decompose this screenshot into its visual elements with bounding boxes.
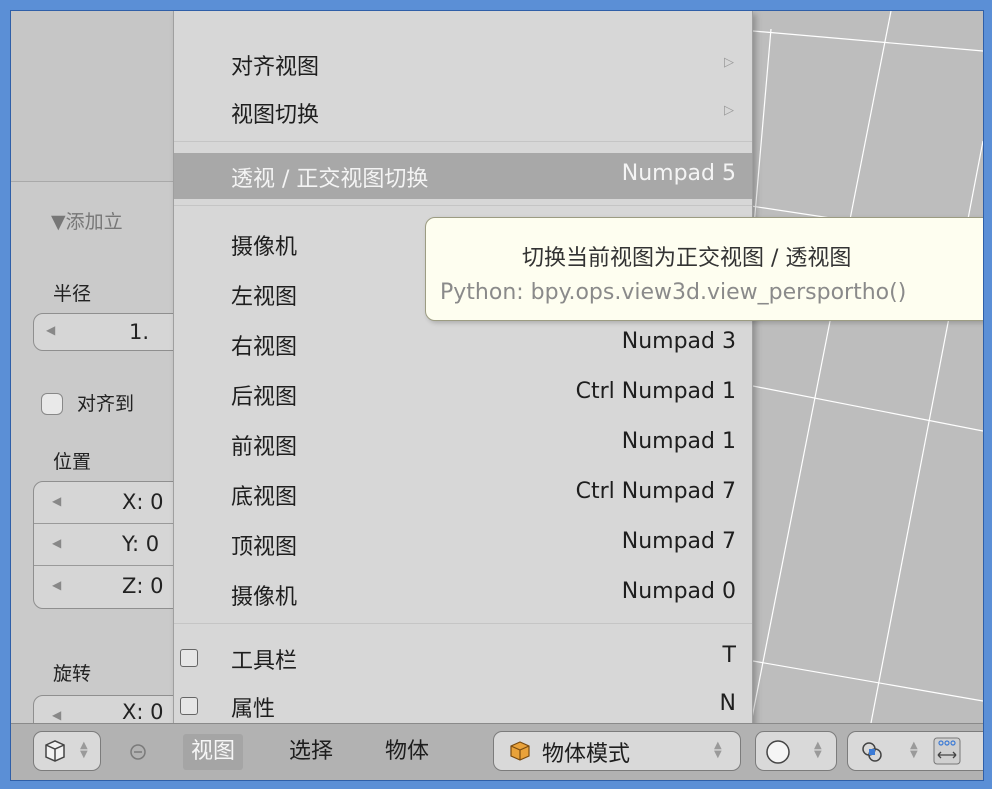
tooltip-description: 切换当前视图为正交视图 / 透视图 [522,246,852,271]
menu-item-shortcut: N [719,691,736,716]
properties-checkbox[interactable] [180,697,198,715]
menu-item-label: 摄像机 [231,585,298,610]
menu-separator [174,623,752,624]
solid-shading-icon [766,740,790,764]
cube-editor-icon [45,740,65,762]
menu-item-front-view[interactable]: 前视图 Numpad 1 [174,421,752,467]
viewport-shading-selector[interactable]: ▲ ▼ [755,731,837,771]
pivot-point-icon [862,742,882,762]
menu-item-bottom-view[interactable]: 底视图 Ctrl Numpad 7 [174,471,752,517]
menu-item-label: 属性 [231,697,276,722]
updown-arrows-icon: ▲ ▼ [714,740,722,760]
menu-item-right-view[interactable]: 右视图 Numpad 3 [174,321,752,367]
header-menu-view[interactable]: 视图 [183,734,244,770]
menu-item-label: 后视图 [231,385,298,410]
toolbar-checkbox[interactable] [180,649,198,667]
updown-arrows-icon: ▲ ▼ [910,740,918,760]
menu-item-label: 对齐视图 [231,55,320,80]
operator-panel [11,181,177,724]
decrement-arrow-icon[interactable]: ◀ [52,708,61,722]
menu-item-toolbar[interactable]: 工具栏 T [174,635,752,681]
mode-label: 物体模式 [542,742,631,767]
menu-item-view-navigation[interactable]: 视图切换 ▷ [174,89,752,135]
menu-item-shortcut: Numpad 3 [621,329,736,354]
viewport-header: ▲ ▼ 视图 选择 物体 物体模式 ▲ ▼ ▲ ▼ ▲ ▼ [11,723,983,780]
submenu-arrow-icon: ▷ [724,103,734,118]
rotation-label: 旋转 [53,663,92,685]
submenu-arrow-icon: ▷ [724,55,734,70]
menu-item-label: 左视图 [231,285,298,310]
header-menu-object[interactable]: 物体 [377,734,437,770]
radius-label: 半径 [53,283,92,305]
menu-item-camera-view[interactable]: 摄像机 Numpad 0 [174,571,752,617]
tooltip: 切换当前视图为正交视图 / 透视图 Python: bpy.ops.view3d… [425,217,983,321]
blender-window: ▼添加立 半径 ◀ 1. 对齐到 位置 ◀ X: 0 ◀ Y: 0 ◀ Z: 0… [10,10,984,781]
decrement-arrow-icon[interactable]: ◀ [52,578,61,592]
menu-item-label: 工具栏 [231,649,298,674]
mode-selector[interactable]: 物体模式 ▲ ▼ [493,731,741,771]
menu-item-persp-ortho-toggle[interactable]: 透视 / 正交视图切换 Numpad 5 [174,153,752,199]
menu-item-label: 摄像机 [231,235,298,260]
menu-item-shortcut: Ctrl Numpad 1 [575,379,736,404]
radius-value: 1. [129,320,150,344]
location-y-value: Y: 0 [122,532,160,556]
collapse-menu-icon[interactable] [129,743,147,761]
menu-item-back-view[interactable]: 后视图 Ctrl Numpad 1 [174,371,752,417]
location-label: 位置 [53,451,92,473]
location-z-value: Z: 0 [122,574,164,598]
menu-item-shortcut: Numpad 7 [621,529,736,554]
transform-manipulator-icon[interactable] [932,736,962,766]
menu-separator [174,205,752,206]
pivot-and-manipulator[interactable]: ▲ ▼ [847,731,983,771]
header-menu-select[interactable]: 选择 [281,734,341,770]
align-label: 对齐到 [77,393,135,415]
menu-item-label: 底视图 [231,485,298,510]
align-checkbox[interactable] [41,393,63,415]
menu-item-top-view[interactable]: 顶视图 Numpad 7 [174,521,752,567]
menu-separator [174,141,752,142]
location-x-value: X: 0 [122,490,164,514]
menu-item-label: 右视图 [231,335,298,360]
rotation-x-value: X: 0 [122,700,164,724]
updown-arrows-icon: ▲ ▼ [80,740,88,760]
menu-item-shortcut: Ctrl Numpad 7 [575,479,736,504]
menu-item-label: 顶视图 [231,535,298,560]
panel-title[interactable]: ▼添加立 [51,207,123,234]
menu-item-shortcut: Numpad 5 [621,161,736,186]
menu-item-label: 前视图 [231,435,298,460]
menu-item-align-view[interactable]: 对齐视图 ▷ [174,41,752,87]
decrement-arrow-icon[interactable]: ◀ [52,536,61,550]
menu-item-shortcut: Numpad 0 [621,579,736,604]
tooltip-python: Python: bpy.ops.view3d.view_persportho() [440,280,907,305]
menu-item-shortcut: T [722,643,736,668]
view-menu: 对齐视图 ▷ 视图切换 ▷ 透视 / 正交视图切换 Numpad 5 摄像机 左… [173,11,753,728]
editor-type-selector[interactable]: ▲ ▼ [33,731,101,771]
menu-item-shortcut: Numpad 1 [621,429,736,454]
object-mode-icon [510,741,530,761]
decrement-arrow-icon[interactable]: ◀ [46,323,55,337]
decrement-arrow-icon[interactable]: ◀ [52,494,61,508]
menu-item-label: 透视 / 正交视图切换 [231,167,429,192]
updown-arrows-icon: ▲ ▼ [814,740,822,760]
menu-item-label: 视图切换 [231,103,320,128]
